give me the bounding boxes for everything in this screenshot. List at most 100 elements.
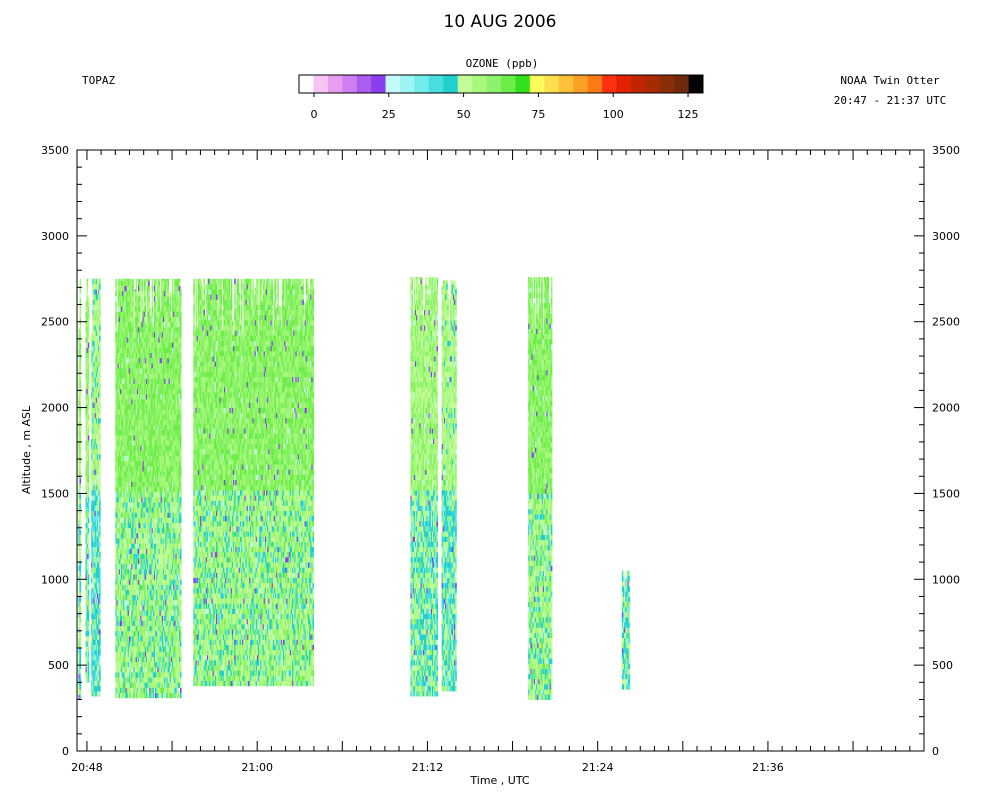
ozone-cell xyxy=(99,418,101,424)
ozone-cell xyxy=(132,279,134,281)
ozone-cell xyxy=(80,633,82,639)
ozone-cell xyxy=(80,617,82,623)
ozone-cell xyxy=(80,679,82,685)
ozone-cell xyxy=(99,351,101,357)
ozone-cell xyxy=(99,686,101,692)
ozone-cell xyxy=(88,564,90,570)
ozone-cell xyxy=(158,286,160,292)
ozone-cell xyxy=(80,581,82,587)
ozone-cell xyxy=(115,281,117,287)
ozone-cell xyxy=(88,662,90,668)
ozone-cell xyxy=(141,301,143,307)
colorbar-swatch xyxy=(328,75,343,93)
ozone-cell xyxy=(88,425,90,431)
ozone-cell xyxy=(80,545,82,551)
ozone-cell xyxy=(139,301,141,307)
ozone-cell xyxy=(80,401,82,407)
ozone-cell xyxy=(88,502,90,508)
ozone-cell xyxy=(99,531,101,537)
ozone-cell xyxy=(99,392,101,398)
ozone-cell xyxy=(88,399,90,405)
ozone-cell xyxy=(99,608,101,614)
ozone-cell xyxy=(80,674,82,680)
colorbar-swatch xyxy=(602,75,617,93)
colorbar-swatch xyxy=(631,75,646,93)
ozone-cell xyxy=(88,657,90,663)
ozone-cell xyxy=(80,638,82,644)
ozone-cell xyxy=(88,297,90,302)
ozone-chart: 0 25 50 75 100 125 20:48 21:00 21:12 21:24 21:360… xyxy=(0,0,1000,800)
ozone-cell xyxy=(88,404,90,410)
ozone-cell xyxy=(99,356,101,362)
ozone-cell xyxy=(99,325,101,331)
ozone-cell xyxy=(136,281,138,287)
colorbar-swatch xyxy=(515,75,530,93)
ozone-cell xyxy=(80,426,82,432)
ozone-cell xyxy=(80,669,82,675)
ozone-cell xyxy=(80,442,82,448)
colorbar-swatch xyxy=(689,75,704,93)
ozone-cell xyxy=(115,306,117,312)
ozone-cell xyxy=(99,438,101,444)
colorbar-tick-label: 50 xyxy=(457,108,471,121)
ozone-cell xyxy=(99,454,101,460)
ozone-cell xyxy=(99,516,101,522)
ozone-cell xyxy=(99,423,101,429)
ozone-cell xyxy=(99,428,101,434)
ozone-cell xyxy=(99,578,101,584)
ozone-cell xyxy=(99,562,101,568)
ozone-cell xyxy=(87,286,89,292)
ozone-cell xyxy=(88,538,90,544)
ozone-cell xyxy=(99,505,101,511)
ozone-cell xyxy=(132,317,134,323)
ozone-cell xyxy=(88,481,90,487)
ozone-cell xyxy=(80,406,82,412)
ozone-cell xyxy=(99,583,101,589)
ozone-cell xyxy=(99,444,101,450)
ozone-cell xyxy=(99,634,101,640)
ozone-cell xyxy=(115,279,117,281)
ozone-cell xyxy=(88,311,90,317)
colorbar-swatch xyxy=(530,75,545,93)
ozone-cell xyxy=(139,286,141,292)
ozone-cell xyxy=(115,296,117,302)
ozone-cell xyxy=(155,306,157,312)
ozone-cell xyxy=(99,469,101,475)
ozone-cell xyxy=(88,631,90,637)
ozone-cell xyxy=(80,622,82,628)
colorbar-swatch xyxy=(299,75,314,93)
ozone-cell xyxy=(88,306,90,312)
ozone-cell xyxy=(115,317,117,323)
ozone-cell xyxy=(99,279,101,285)
ozone-cell xyxy=(88,456,90,462)
ozone-cell xyxy=(80,529,82,535)
ozone-cell xyxy=(80,519,82,525)
ozone-cell xyxy=(99,284,101,290)
ozone-cell xyxy=(80,416,82,422)
ozone-cell xyxy=(132,322,134,328)
ozone-cell xyxy=(88,342,90,348)
colorbar-tick-label: 125 xyxy=(678,108,699,121)
ozone-cell xyxy=(88,548,90,554)
ozone-cell xyxy=(99,397,101,403)
colorbar-swatch xyxy=(386,75,401,93)
ozone-cell xyxy=(88,487,90,493)
ozone-cell xyxy=(99,665,101,671)
ozone-cell xyxy=(99,598,101,604)
ozone-cell xyxy=(88,528,90,534)
ozone-cell xyxy=(88,579,90,585)
ozone-cell xyxy=(155,279,157,281)
ozone-cell xyxy=(170,311,172,317)
ozone-cell xyxy=(99,330,101,336)
ozone-cell xyxy=(88,347,90,353)
ozone-cell xyxy=(88,636,90,642)
colorbar-swatch xyxy=(443,75,458,93)
ozone-cell xyxy=(80,463,82,469)
colorbar-swatch xyxy=(544,75,559,93)
ozone-cell xyxy=(141,281,143,287)
ozone-cell xyxy=(99,372,101,378)
ozone-cell xyxy=(99,567,101,573)
ozone-cell xyxy=(99,408,101,414)
ozone-cell xyxy=(80,313,82,319)
colorbar-swatch xyxy=(472,75,487,93)
